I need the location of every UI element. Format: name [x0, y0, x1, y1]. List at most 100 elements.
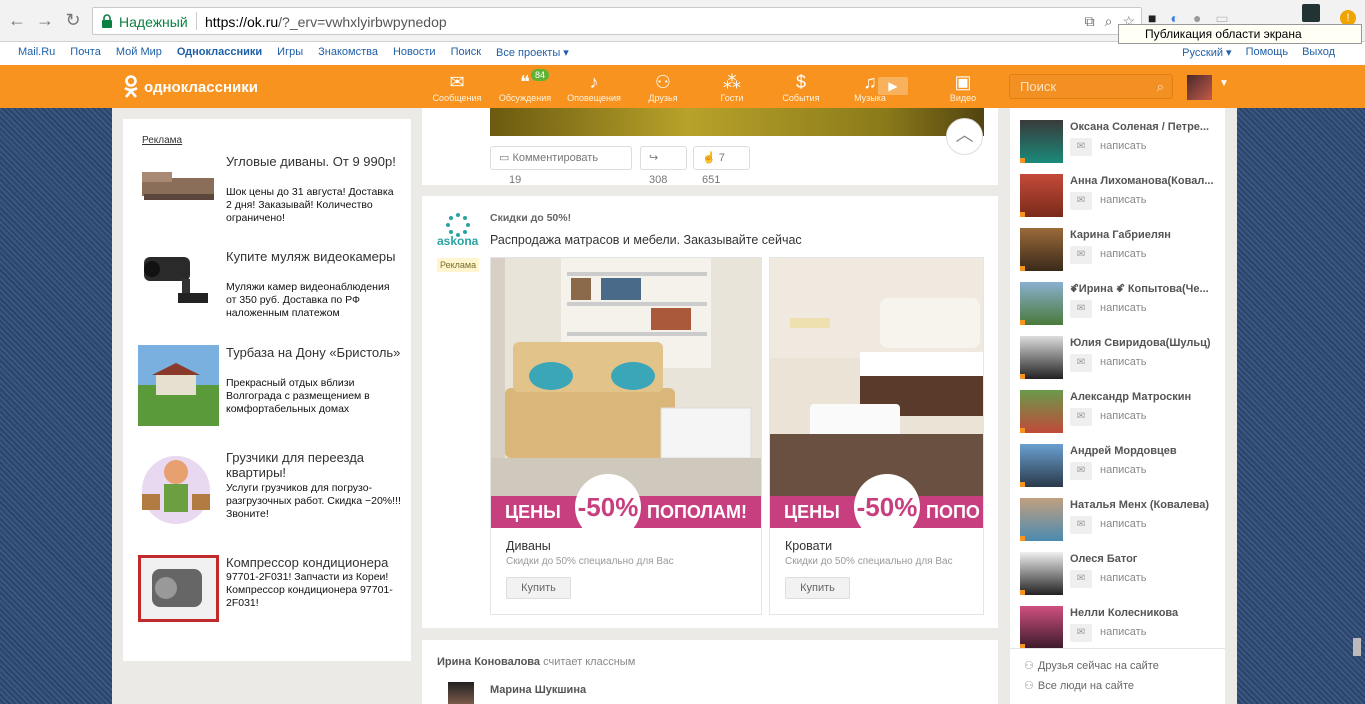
scroll-up-button[interactable]: ︿ — [946, 118, 983, 155]
write-link[interactable]: написать — [1100, 356, 1146, 368]
portal-link-all-projects[interactable]: Все проекты ▾ — [496, 46, 569, 59]
post-media[interactable] — [490, 108, 984, 136]
portal-link-moimir[interactable]: Мой Мир — [116, 46, 162, 59]
friend-item[interactable]: ꗄИрина ꗄ Копытова(Че... ✉ написать — [1020, 280, 1225, 334]
ad-item[interactable]: Грузчики для переезда квартиры! Услуги г… — [138, 450, 403, 530]
like-button[interactable]: ☝ 7 651 — [693, 146, 750, 186]
ad-item[interactable]: Купите муляж видеокамеры Муляжи камер ви… — [138, 249, 403, 329]
ads-label[interactable]: Реклама — [142, 135, 182, 146]
author-link[interactable]: Ирина Коновалова — [437, 656, 540, 668]
all-people-link[interactable]: ⚇ Все люди на сайте — [1024, 679, 1134, 692]
avatar[interactable] — [1020, 498, 1063, 541]
friend-name[interactable]: Юлия Свиридова(Шульц) — [1070, 337, 1220, 349]
write-link[interactable]: написать — [1100, 572, 1146, 584]
search-input[interactable] — [1010, 75, 1140, 97]
write-link[interactable]: написать — [1100, 248, 1146, 260]
search-field[interactable]: ⌕ — [1009, 74, 1173, 99]
friend-name[interactable]: Нелли Колесникова — [1070, 607, 1220, 619]
friends-online-link[interactable]: ⚇ Друзья сейчас на сайте — [1024, 659, 1159, 672]
product-name[interactable]: Диваны — [506, 539, 551, 553]
message-icon[interactable]: ✉ — [1070, 300, 1092, 318]
write-link[interactable]: написать — [1100, 410, 1146, 422]
ok-logo[interactable]: одноклассники — [122, 75, 258, 99]
portal-link-dating[interactable]: Знакомства — [318, 46, 378, 59]
write-link[interactable]: написать — [1100, 302, 1146, 314]
logout-link[interactable]: Выход — [1302, 46, 1335, 59]
avatar[interactable] — [1020, 120, 1063, 163]
friend-name[interactable]: Карина Габриелян — [1070, 229, 1220, 241]
scroll-thumb[interactable] — [1353, 638, 1361, 656]
search-icon[interactable]: ⌕ — [1157, 79, 1164, 95]
friend-item[interactable]: Андрей Мордовцев ✉ написать — [1020, 442, 1225, 496]
friend-item[interactable]: Оксана Соленая / Петре... ✉ написать — [1020, 118, 1225, 172]
portal-link-ok[interactable]: Одноклассники — [177, 46, 262, 59]
message-icon[interactable]: ✉ — [1070, 408, 1092, 426]
ad-title[interactable]: Грузчики для переезда квартиры! — [226, 450, 401, 480]
friend-item[interactable]: Анна Лихоманова(Ковал... ✉ написать — [1020, 172, 1225, 226]
write-link[interactable]: написать — [1100, 140, 1146, 152]
ad-title[interactable]: Угловые диваны. От 9 990р! — [226, 154, 401, 169]
forward-arrow-icon[interactable]: → — [34, 9, 56, 31]
ad-item[interactable]: Угловые диваны. От 9 990р! Шок цены до 3… — [138, 154, 403, 234]
buy-button[interactable]: Купить — [785, 577, 850, 599]
url-text[interactable]: https://ok.ru/?_erv=vwhxlyirbwpynedop — [205, 14, 447, 30]
friend-name[interactable]: Оксана Соленая / Петре... — [1070, 121, 1220, 133]
ad-item[interactable]: Турбаза на Дону «Бристоль» Прекрасный от… — [138, 345, 403, 426]
message-icon[interactable]: ✉ — [1070, 354, 1092, 372]
ad-title[interactable]: Турбаза на Дону «Бристоль» — [226, 345, 401, 360]
subject-name[interactable]: Марина Шукшина — [490, 684, 586, 696]
portal-link-games[interactable]: Игры — [277, 46, 303, 59]
avatar[interactable] — [1020, 336, 1063, 379]
message-icon[interactable]: ✉ — [1070, 192, 1092, 210]
nav-discussions[interactable]: ❝ 84 Обсуждения — [493, 69, 557, 103]
message-icon[interactable]: ✉ — [1070, 624, 1092, 642]
ad-title[interactable]: Компрессор кондиционера — [226, 555, 401, 570]
avatar[interactable] — [1020, 390, 1063, 433]
write-link[interactable]: написать — [1100, 194, 1146, 206]
nav-events[interactable]: $ События — [769, 71, 833, 103]
message-icon[interactable]: ✉ — [1070, 570, 1092, 588]
friend-item[interactable]: Олеся Батог ✉ написать — [1020, 550, 1225, 604]
nav-friends[interactable]: ⚇ Друзья — [631, 71, 695, 103]
avatar[interactable] — [448, 682, 474, 704]
comment-button[interactable]: ▭ Комментировать 19 — [490, 146, 632, 186]
music-play-button[interactable]: ▶ — [878, 71, 908, 95]
avatar[interactable] — [1020, 174, 1063, 217]
portal-link-mailru[interactable]: Mail.Ru — [18, 46, 55, 59]
share-button[interactable]: ↪ 308 — [640, 146, 687, 186]
friend-item[interactable]: Наталья Менх (Ковалева) ✉ написать — [1020, 496, 1225, 550]
product-card[interactable]: ЦЕНЫ -50% ПОПО Кровати Скидки до 50% спе… — [769, 257, 984, 615]
friend-name[interactable]: Наталья Менх (Ковалева) — [1070, 499, 1220, 511]
buy-button[interactable]: Купить — [506, 577, 571, 599]
address-bar[interactable]: Надежный https://ok.ru/?_erv=vwhxlyirbwp… — [92, 7, 1142, 35]
zoom-icon[interactable]: ⌕ — [1105, 13, 1113, 30]
avatar[interactable] — [1020, 444, 1063, 487]
puzzle-icon[interactable]: ⧉ — [1085, 13, 1095, 30]
portal-link-news[interactable]: Новости — [393, 46, 436, 59]
message-icon[interactable]: ✉ — [1070, 246, 1092, 264]
friend-name[interactable]: Александр Матроскин — [1070, 391, 1220, 403]
language-select[interactable]: Русский ▾ — [1182, 46, 1231, 59]
message-icon[interactable]: ✉ — [1070, 516, 1092, 534]
write-link[interactable]: написать — [1100, 518, 1146, 530]
back-arrow-icon[interactable]: ← — [6, 9, 28, 31]
nav-guests[interactable]: ⁂ Гости — [700, 71, 764, 103]
ad-item[interactable]: Компрессор кондиционера 97701-2F031! Зап… — [138, 555, 403, 635]
message-icon[interactable]: ✉ — [1070, 462, 1092, 480]
friend-item[interactable]: Александр Матроскин ✉ написать — [1020, 388, 1225, 442]
friend-name[interactable]: Олеся Батог — [1070, 553, 1220, 565]
product-card[interactable]: ЦЕНЫ -50% ПОПОЛАМ! Диваны Скидки до 50% … — [490, 257, 762, 615]
ad-title[interactable]: Купите муляж видеокамеры — [226, 249, 401, 264]
help-link[interactable]: Помощь — [1246, 46, 1289, 59]
friend-item[interactable]: Юлия Свиридова(Шульц) ✉ написать — [1020, 334, 1225, 388]
friend-name[interactable]: Андрей Мордовцев — [1070, 445, 1220, 457]
write-link[interactable]: написать — [1100, 626, 1146, 638]
portal-link-mail[interactable]: Почта — [70, 46, 101, 59]
chevron-down-icon[interactable]: ▼ — [1219, 78, 1229, 89]
nav-notifications[interactable]: ♪ Оповещения — [562, 71, 626, 103]
brand-name[interactable]: askona — [437, 234, 478, 248]
portal-link-search[interactable]: Поиск — [451, 46, 481, 59]
avatar[interactable] — [1020, 606, 1063, 649]
post-subtitle[interactable]: Скидки до 50%! — [490, 212, 571, 224]
friend-name[interactable]: Анна Лихоманова(Ковал... — [1070, 175, 1220, 187]
